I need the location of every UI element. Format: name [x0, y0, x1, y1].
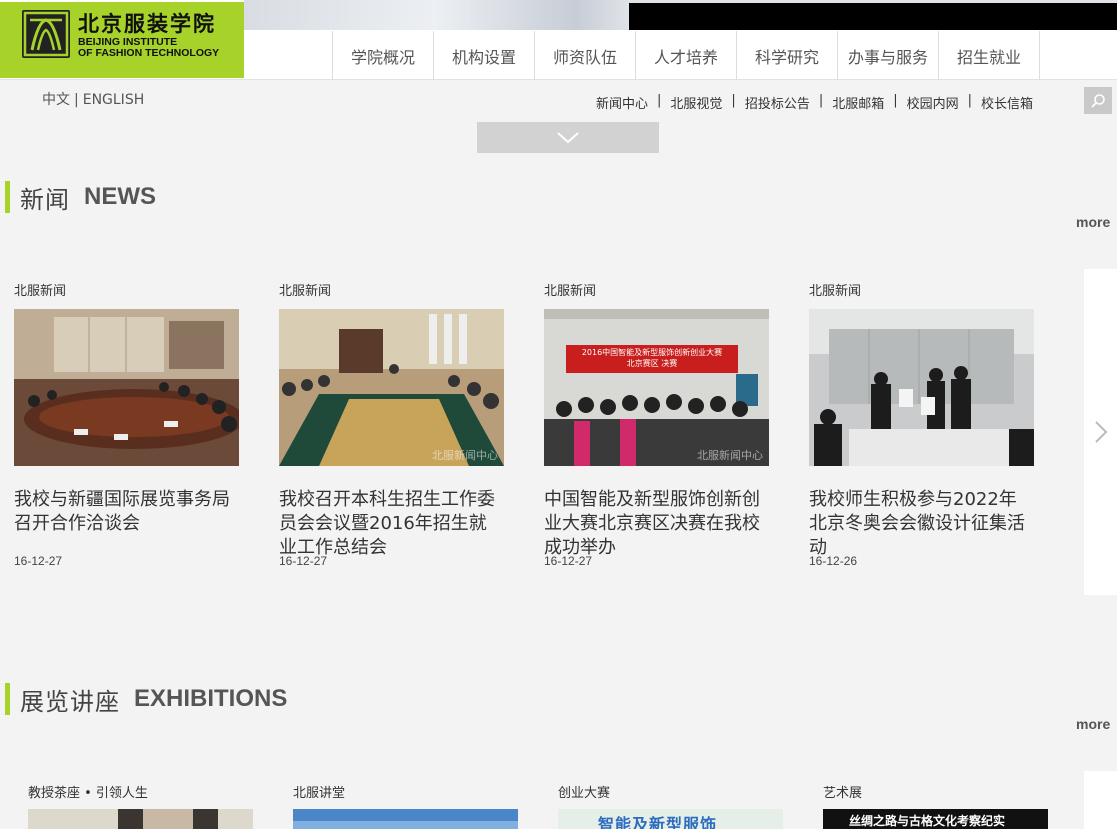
lang-chinese-link[interactable]: 中文 — [42, 92, 70, 108]
news-card-date: 16-12-27 — [14, 554, 63, 568]
quick-links: 新闻中心 | 北服视觉 | 招投标公告 | 北服邮箱 | 校园内网 | 校长信箱 — [596, 93, 1033, 112]
news-card-date: 16-12-27 — [279, 554, 328, 568]
language-switcher: 中文 | ENGLISH — [42, 89, 144, 109]
image-banner-text: 2016中国智能及新型服饰创新创业大赛 北京赛区 决赛 — [566, 347, 738, 369]
logo-english-name: BEIJING INSTITUTE OF FASHION TECHNOLOGY — [78, 37, 219, 59]
quicklink-separator: | — [657, 93, 662, 108]
site-header: 北京服装学院 BEIJING INSTITUTE OF FASHION TECH… — [0, 0, 1117, 80]
news-card-title[interactable]: 我校师生积极参与2022年北京冬奥会会徽设计征集活动 — [809, 488, 1034, 560]
news-title-cn: 新闻 — [20, 185, 70, 214]
exhibition-card[interactable]: 创业大赛 智能及新型服饰 — [558, 784, 783, 829]
news-card-category: 北服新闻 — [544, 284, 597, 299]
exhibitions-slider-next-button[interactable] — [1084, 771, 1117, 829]
exhibition-card-image — [293, 809, 518, 829]
news-card-title[interactable]: 我校召开本科生招生工作委员会会议暨2016年招生就业工作总结会 — [279, 488, 504, 560]
news-card[interactable]: 北服新闻 我校师生积极参与2022年北京冬奥会会徽设计征集活动 16-12-26 — [809, 282, 1034, 582]
nav-item-education[interactable]: 人才培养 — [636, 31, 737, 80]
chevron-down-icon — [557, 131, 579, 143]
image-banner-line2: 北京赛区 决赛 — [626, 359, 678, 368]
news-card-category: 北服新闻 — [14, 284, 67, 299]
exhibitions-section-title: 展览讲座 EXHIBITIONS — [5, 683, 288, 716]
exhibition-card[interactable]: 艺术展 丝绸之路与古格文化考察纪实 — [823, 784, 1048, 829]
search-icon — [1091, 93, 1105, 108]
site-logo[interactable]: 北京服装学院 BEIJING INSTITUTE OF FASHION TECH… — [0, 2, 244, 78]
search-button[interactable] — [1084, 87, 1112, 114]
quicklink-separator: | — [967, 93, 973, 108]
quicklink-email[interactable]: 北服邮箱 — [832, 93, 884, 112]
news-card-title[interactable]: 我校与新疆国际展览事务局召开合作洽谈会 — [14, 488, 239, 536]
logo-en-line2: OF FASHION TECHNOLOGY — [78, 47, 220, 59]
quicklink-visual[interactable]: 北服视觉 — [670, 93, 722, 112]
expand-menu-toggle[interactable] — [477, 122, 659, 153]
news-card-category: 北服新闻 — [809, 284, 862, 299]
exhibition-card-category: 创业大赛 — [558, 786, 611, 801]
exhibition-card[interactable]: 教授茶座 • 引领人生 — [28, 784, 253, 829]
news-card-image — [14, 309, 239, 466]
quicklink-separator: | — [893, 93, 898, 108]
news-card-date: 16-12-27 — [544, 554, 593, 568]
quicklink-separator: | — [731, 93, 736, 108]
school-emblem-icon — [22, 10, 70, 58]
nav-item-research[interactable]: 科学研究 — [737, 31, 838, 80]
news-card-image — [809, 309, 1034, 466]
exhibition-card-category: 艺术展 — [823, 786, 863, 801]
news-slider-next-button[interactable] — [1084, 269, 1117, 595]
news-card-title[interactable]: 中国智能及新型服饰创新创业大赛北京赛区决赛在我校成功举办 — [544, 488, 769, 560]
quicklink-tender[interactable]: 招投标公告 — [745, 93, 810, 112]
news-card-image: 北服新闻中心 — [279, 309, 504, 466]
news-card-date: 16-12-26 — [809, 554, 858, 568]
nav-item-departments[interactable]: 机构设置 — [434, 31, 535, 80]
news-title-en: NEWS — [84, 183, 156, 210]
news-card[interactable]: 北服新闻 我校与新疆国际展览事务局召开合作洽谈会 16-12-27 — [14, 282, 239, 582]
exhibition-image-text: 智能及新型服饰 — [598, 815, 718, 829]
exhibition-card[interactable]: 北服讲堂 — [293, 784, 518, 829]
exhibition-image-text: 丝绸之路与古格文化考察纪实 — [849, 814, 1006, 828]
exhibition-card-image — [28, 809, 253, 829]
exhibitions-title-cn: 展览讲座 — [20, 687, 120, 716]
news-card[interactable]: 北服新闻 2016中国智能及新型服饰创新创业大赛 北京赛区 决赛 北服新闻中心 … — [544, 282, 769, 582]
quicklink-president-mailbox[interactable]: 校长信箱 — [981, 93, 1033, 112]
lang-separator: | — [74, 92, 79, 108]
quicklink-news-center[interactable]: 新闻中心 — [596, 93, 648, 112]
header-banner-dark — [629, 3, 1117, 30]
news-section-title: 新闻 NEWS — [5, 181, 156, 214]
main-nav: 学院概况 机构设置 师资队伍 人才培养 科学研究 办事与服务 招生就业 — [332, 31, 1040, 80]
nav-item-faculty[interactable]: 师资队伍 — [535, 31, 636, 80]
nav-item-admissions[interactable]: 招生就业 — [939, 31, 1040, 80]
nav-item-overview[interactable]: 学院概况 — [333, 31, 434, 80]
exhibitions-more-link[interactable]: more — [1076, 716, 1110, 732]
quicklink-intranet[interactable]: 校园内网 — [907, 93, 959, 112]
news-more-link[interactable]: more — [1076, 214, 1110, 230]
exhibition-card-category: 教授茶座 • 引领人生 — [28, 786, 148, 801]
exhibition-card-image: 丝绸之路与古格文化考察纪实 — [823, 809, 1048, 829]
news-card-category: 北服新闻 — [279, 284, 332, 299]
lang-english-link[interactable]: ENGLISH — [83, 92, 145, 108]
chevron-right-icon — [1094, 421, 1107, 443]
news-card[interactable]: 北服新闻 北服新闻中心 我校召开本科生招生工作委员会会议暨2016年招生就业工作… — [279, 282, 504, 582]
quicklink-separator: | — [818, 93, 824, 108]
exhibition-card-category: 北服讲堂 — [293, 786, 346, 801]
image-watermark: 北服新闻中心 — [697, 449, 763, 462]
image-watermark: 北服新闻中心 — [432, 449, 498, 462]
nav-item-services[interactable]: 办事与服务 — [838, 31, 939, 80]
news-card-image: 2016中国智能及新型服饰创新创业大赛 北京赛区 决赛 北服新闻中心 — [544, 309, 769, 466]
image-banner-line1: 2016中国智能及新型服饰创新创业大赛 — [581, 348, 723, 357]
exhibition-card-image: 智能及新型服饰 — [558, 809, 783, 829]
logo-chinese-name: 北京服装学院 — [78, 11, 216, 36]
exhibitions-title-en: EXHIBITIONS — [134, 685, 288, 712]
